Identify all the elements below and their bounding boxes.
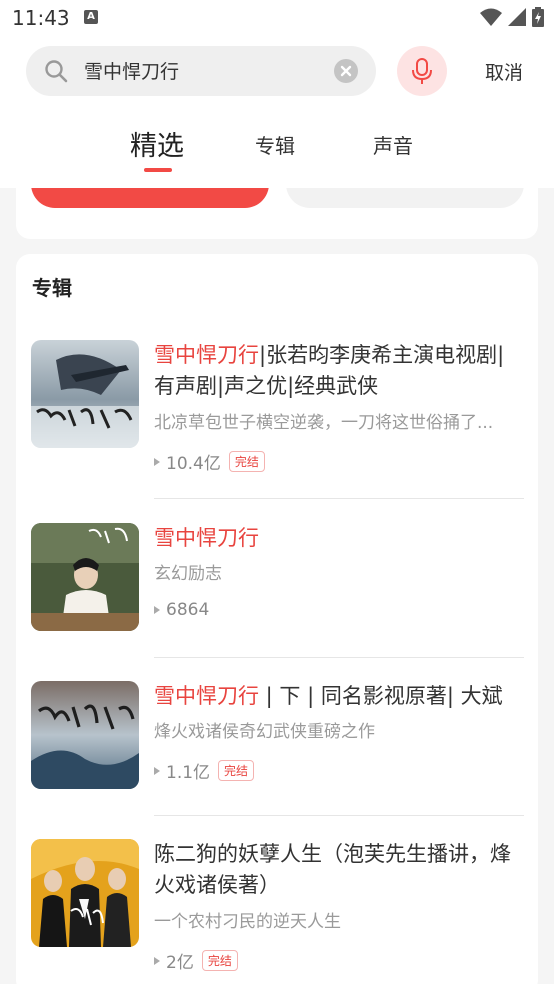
search-query[interactable]: 雪中悍刀行	[84, 57, 179, 84]
status-time: 11:43	[12, 6, 70, 30]
play-count-icon	[154, 457, 160, 466]
album-meta: 1.1亿 完结	[154, 758, 255, 783]
album-cover[interactable]	[31, 523, 139, 631]
album-meta: 6864	[154, 600, 209, 620]
active-tab-indicator	[144, 168, 172, 172]
album-description: 北凉草包世子横空逆袭，一刀将这世俗捅了...	[154, 413, 494, 433]
play-count-icon	[154, 766, 160, 775]
tab-sounds[interactable]: 声音	[373, 130, 413, 159]
secondary-action-button[interactable]	[286, 188, 524, 208]
microphone-icon	[412, 58, 432, 84]
album-description: 玄幻励志	[154, 564, 222, 584]
album-title[interactable]: 陈二狗的妖孽人生（泡芙先生播讲，烽火戏诸侯著）	[154, 839, 524, 901]
wifi-icon	[480, 8, 502, 26]
status-bar: 11:43 A	[0, 0, 554, 36]
album-title[interactable]: 雪中悍刀行 | 下 | 同名影视原著| 大斌	[154, 681, 524, 712]
album-section: 专辑 雪中悍刀行|张若昀李庚希主演电视剧|有声剧|声之优|经典武侠 北凉草包世子…	[16, 254, 538, 984]
tab-albums[interactable]: 专辑	[255, 130, 295, 159]
album-cover[interactable]	[31, 340, 139, 448]
notification-icon: A	[84, 10, 98, 24]
battery-icon	[532, 7, 544, 27]
voice-search-button[interactable]	[397, 46, 447, 96]
album-cover[interactable]	[31, 681, 139, 789]
tab-featured[interactable]: 精选	[130, 124, 184, 163]
search-input[interactable]: 雪中悍刀行	[26, 46, 376, 96]
divider	[154, 498, 524, 499]
clear-icon[interactable]	[334, 59, 358, 83]
status-badge: 完结	[228, 451, 265, 472]
album-description: 一个农村刁民的逆天人生	[154, 912, 341, 932]
album-title[interactable]: 雪中悍刀行|张若昀李庚希主演电视剧|有声剧|声之优|经典武侠	[154, 340, 524, 402]
status-badge: 完结	[218, 760, 255, 781]
status-icons	[480, 7, 544, 27]
album-title-rest: 陈二狗的妖孽人生（泡芙先生播讲，烽火戏诸侯著）	[154, 842, 511, 897]
search-header: 雪中悍刀行 取消	[0, 36, 554, 110]
divider	[154, 657, 524, 658]
album-title-highlight: 雪中悍刀行	[154, 684, 259, 708]
album-description: 烽火戏诸侯奇幻武侠重磅之作	[154, 722, 375, 742]
top-result-card	[16, 188, 538, 239]
play-count: 6864	[166, 600, 210, 620]
cancel-button[interactable]: 取消	[485, 58, 523, 85]
album-meta: 2亿 完结	[154, 948, 238, 973]
album-title[interactable]: 雪中悍刀行	[154, 523, 524, 554]
album-title-rest: | 下 | 同名影视原著| 大斌	[259, 684, 503, 708]
tab-bar: 精选 专辑 声音	[0, 110, 554, 188]
play-count: 2亿	[166, 953, 194, 973]
signal-icon	[508, 8, 526, 26]
album-meta: 10.4亿 完结	[154, 449, 265, 474]
play-count-icon	[154, 956, 160, 965]
play-count: 1.1亿	[166, 763, 211, 783]
album-cover[interactable]	[31, 839, 139, 947]
search-icon	[45, 60, 68, 83]
play-count-icon	[154, 606, 160, 614]
play-count: 10.4亿	[166, 454, 221, 474]
primary-action-button[interactable]	[31, 188, 269, 208]
album-title-highlight: 雪中悍刀行	[154, 343, 259, 367]
section-title: 专辑	[32, 276, 72, 300]
status-badge: 完结	[201, 950, 238, 971]
divider	[154, 815, 524, 816]
album-title-highlight: 雪中悍刀行	[154, 526, 259, 550]
